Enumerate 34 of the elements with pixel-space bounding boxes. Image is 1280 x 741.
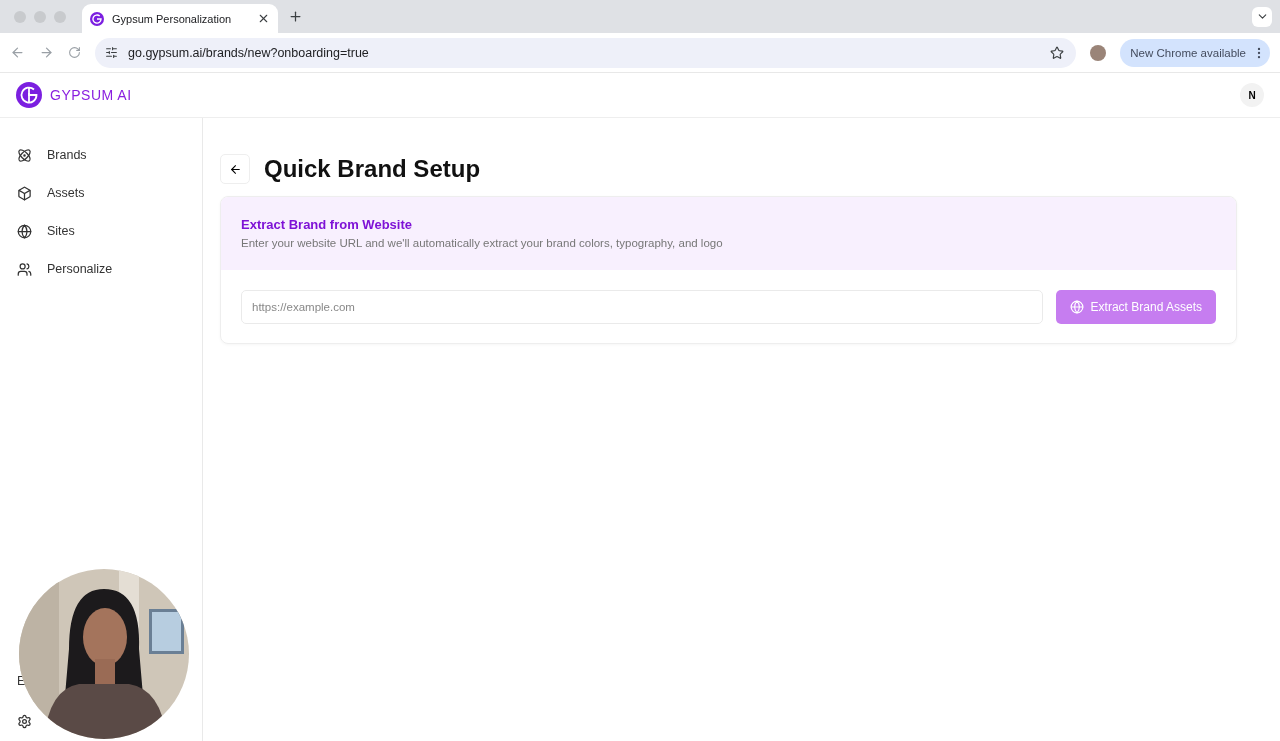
globe-icon [1069, 300, 1084, 314]
bookmark-star-icon[interactable] [1050, 45, 1065, 60]
sidebar-item[interactable]: Personalize [17, 250, 202, 288]
address-bar[interactable]: go.gypsum.ai/brands/new?onboarding=true [95, 37, 1077, 68]
logo-text: GYPSUM AI [50, 87, 132, 103]
atom-icon [17, 147, 32, 163]
browser-tab[interactable]: Gypsum Personalization [82, 4, 278, 33]
sidebar-item[interactable]: Assets [17, 174, 202, 212]
url-text: go.gypsum.ai/brands/new?onboarding=true [128, 45, 370, 60]
users-icon [17, 261, 32, 277]
card-title: Extract Brand from Website [241, 217, 413, 232]
sidebar-item[interactable]: Sites [17, 212, 202, 250]
forward-icon[interactable] [39, 45, 54, 60]
tab-list-icon[interactable] [1252, 6, 1272, 27]
page-title: Quick Brand Setup [264, 155, 481, 183]
favicon-icon [90, 11, 104, 26]
site-settings-icon[interactable] [105, 46, 118, 59]
reload-icon[interactable] [68, 46, 81, 59]
back-button[interactable] [220, 154, 250, 184]
settings-icon[interactable] [17, 714, 32, 729]
back-arrow-icon [228, 162, 242, 176]
profile-icon[interactable] [1090, 44, 1107, 61]
user-avatar[interactable]: N [1240, 83, 1264, 107]
card-description: Enter your website URL and we'll automatically extract your brand colors, typography, and logo [241, 237, 724, 249]
url-input-field[interactable]: https://example.com [241, 290, 1043, 324]
cube-icon [17, 185, 32, 201]
logo-icon [16, 82, 42, 108]
new-tab-icon[interactable] [288, 9, 303, 24]
close-icon[interactable] [257, 12, 270, 25]
update-chip[interactable]: New Chrome available [1120, 38, 1270, 67]
globe-icon [17, 223, 32, 239]
back-icon[interactable] [10, 45, 25, 60]
tab-title: Gypsum Personalization [112, 12, 233, 25]
sidebar-item[interactable]: Brands [17, 136, 202, 174]
